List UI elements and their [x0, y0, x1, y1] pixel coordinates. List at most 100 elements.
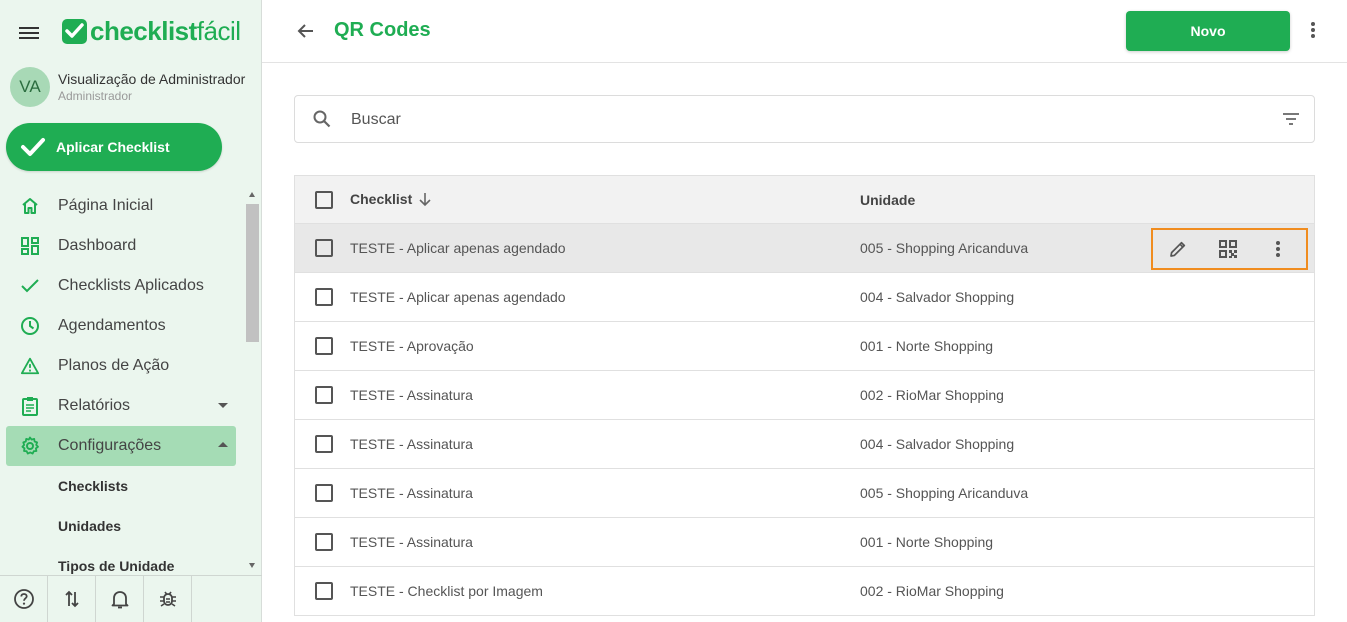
row-more-button[interactable] — [1253, 230, 1303, 268]
home-icon — [20, 196, 40, 216]
apply-checklist-label: Aplicar Checklist — [56, 139, 170, 155]
help-icon — [13, 589, 34, 609]
page-header: QR Codes Novo — [262, 0, 1347, 63]
bug-icon — [159, 591, 176, 607]
cell-unit: 002 - RioMar Shopping — [860, 583, 1004, 599]
table-row[interactable]: TESTE - Assinatura 004 - Salvador Shoppi… — [295, 420, 1314, 469]
sidebar-scrollbar[interactable] — [245, 186, 260, 576]
row-checkbox[interactable] — [315, 386, 333, 404]
select-all-checkbox[interactable] — [315, 191, 333, 209]
sort-icon — [64, 590, 79, 608]
check-icon — [21, 138, 45, 156]
sidebar-item-pagina-inicial[interactable]: Página Inicial — [6, 186, 236, 226]
table-header: Checklist Unidade — [295, 176, 1314, 224]
back-arrow-icon[interactable] — [296, 21, 316, 46]
sidebar-subitem-checklists[interactable]: Checklists — [6, 466, 236, 506]
hamburger-menu-icon[interactable] — [19, 24, 41, 42]
sidebar: checklistfácil VA Visualização de Admini… — [0, 0, 262, 622]
logo-text: checklistfácil — [90, 16, 241, 46]
table-row[interactable]: TESTE - Aprovação 001 - Norte Shopping — [295, 322, 1314, 371]
edit-button[interactable] — [1153, 230, 1203, 268]
sidebar-item-agendamentos[interactable]: Agendamentos — [6, 306, 236, 346]
filter-icon[interactable] — [1281, 111, 1301, 132]
more-vert-icon[interactable] — [1310, 20, 1316, 45]
sidebar-item-label: Configurações — [58, 437, 162, 454]
cell-unit: 005 - Shopping Aricanduva — [860, 240, 1029, 256]
sidebar-item-planos-de-acao[interactable]: Planos de Ação — [6, 346, 236, 386]
row-checkbox[interactable] — [315, 533, 333, 551]
page-title: QR Codes — [334, 19, 431, 41]
sidebar-item-label: Dashboard — [58, 237, 137, 254]
scroll-down-arrow-icon[interactable] — [249, 563, 255, 568]
gear-icon — [20, 436, 40, 456]
sidebar-item-label: Página Inicial — [58, 197, 154, 214]
sidebar-item-relatorios[interactable]: Relatórios — [6, 386, 236, 426]
cell-unit: 004 - Salvador Shopping — [860, 436, 1015, 452]
cell-checklist: TESTE - Aplicar apenas agendado — [350, 289, 566, 305]
sort-arrow-down-icon — [419, 193, 431, 207]
check-icon — [20, 276, 40, 296]
logo[interactable]: checklistfácil — [62, 16, 241, 46]
scroll-up-arrow-icon[interactable] — [249, 192, 255, 197]
more-vert-icon — [1276, 241, 1280, 257]
column-header-unidade[interactable]: Unidade — [860, 192, 915, 208]
sidebar-subitem-unidades[interactable]: Unidades — [6, 506, 236, 546]
sidebar-item-label: Planos de Ação — [58, 357, 170, 374]
apply-checklist-button[interactable]: Aplicar Checklist — [6, 123, 222, 171]
warning-icon — [20, 356, 40, 376]
report-bug-button[interactable] — [144, 576, 192, 622]
cell-unit: 005 - Shopping Aricanduva — [860, 485, 1029, 501]
logo-check-icon — [62, 18, 87, 44]
qr-code-button[interactable] — [1203, 230, 1253, 268]
row-checkbox[interactable] — [315, 484, 333, 502]
cell-unit: 001 - Norte Shopping — [860, 534, 994, 550]
table-row[interactable]: TESTE - Assinatura 001 - Norte Shopping — [295, 518, 1314, 567]
search-bar — [294, 95, 1315, 143]
cell-unit: 004 - Salvador Shopping — [860, 289, 1015, 305]
table-row[interactable]: TESTE - Checklist por Imagem 002 - RioMa… — [295, 567, 1314, 616]
sort-button[interactable] — [48, 576, 96, 622]
scroll-thumb[interactable] — [246, 204, 259, 342]
help-button[interactable] — [0, 576, 48, 622]
row-actions — [1151, 228, 1308, 270]
cell-checklist: TESTE - Aplicar apenas agendado — [350, 240, 566, 256]
pencil-icon — [1170, 241, 1186, 257]
row-checkbox[interactable] — [315, 337, 333, 355]
chevron-down-icon — [218, 403, 228, 408]
cell-checklist: TESTE - Assinatura — [350, 436, 473, 452]
avatar: VA — [10, 67, 50, 107]
notifications-button[interactable] — [96, 576, 144, 622]
cell-checklist: TESTE - Assinatura — [350, 485, 473, 501]
bell-icon — [111, 591, 128, 609]
row-checkbox[interactable] — [315, 239, 333, 257]
table-row[interactable]: TESTE - Aplicar apenas agendado 005 - Sh… — [295, 224, 1314, 273]
sidebar-bottom-bar — [0, 575, 262, 622]
table-row[interactable]: TESTE - Assinatura 002 - RioMar Shopping — [295, 371, 1314, 420]
new-button[interactable]: Novo — [1126, 11, 1290, 51]
user-name: Visualização de Administrador — [58, 71, 246, 87]
row-checkbox[interactable] — [315, 288, 333, 306]
sidebar-item-configuracoes[interactable]: Configurações — [6, 426, 236, 466]
search-input[interactable] — [351, 108, 1251, 132]
clock-icon — [20, 316, 40, 336]
row-checkbox[interactable] — [315, 435, 333, 453]
user-role: Administrador — [58, 89, 133, 103]
dashboard-icon — [20, 236, 40, 256]
sidebar-nav: Página Inicial Dashboard Checklists Apli… — [6, 186, 236, 586]
row-checkbox[interactable] — [315, 582, 333, 600]
sidebar-item-dashboard[interactable]: Dashboard — [6, 226, 236, 266]
cell-checklist: TESTE - Aprovação — [350, 338, 474, 354]
column-header-checklist[interactable]: Checklist — [350, 191, 432, 207]
qr-code-icon — [1219, 240, 1237, 258]
sidebar-item-checklists-aplicados[interactable]: Checklists Aplicados — [6, 266, 236, 306]
sidebar-item-label: Agendamentos — [58, 317, 166, 334]
sidebar-item-label: Checklists Aplicados — [58, 277, 204, 294]
table-row[interactable]: TESTE - Aplicar apenas agendado 004 - Sa… — [295, 273, 1314, 322]
cell-unit: 001 - Norte Shopping — [860, 338, 994, 354]
cell-checklist: TESTE - Assinatura — [350, 534, 473, 550]
table-row[interactable]: TESTE - Assinatura 005 - Shopping Arican… — [295, 469, 1314, 518]
cell-checklist: TESTE - Assinatura — [350, 387, 473, 403]
search-icon — [312, 109, 332, 134]
user-profile[interactable]: VA Visualização de Administrador Adminis… — [10, 67, 245, 107]
cell-checklist: TESTE - Checklist por Imagem — [350, 583, 543, 599]
